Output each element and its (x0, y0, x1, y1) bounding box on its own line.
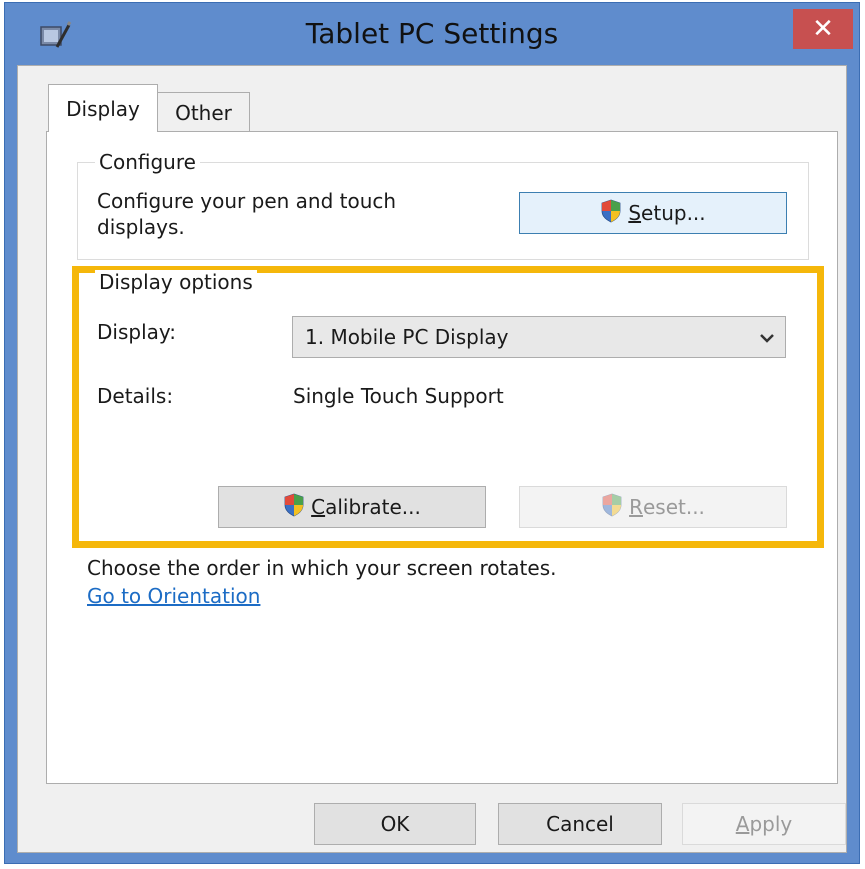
cancel-button[interactable]: Cancel (498, 803, 662, 845)
uac-shield-icon (601, 493, 623, 522)
tab-panel-display: Configure Configure your pen and touch d… (46, 131, 838, 784)
display-select[interactable]: 1. Mobile PC Display (292, 316, 786, 358)
configure-legend: Configure (95, 150, 200, 174)
setup-button[interactable]: Setup... (519, 192, 787, 234)
tab-display[interactable]: Display (48, 84, 158, 132)
calibrate-accel: C (311, 495, 326, 519)
reset-accel: R (629, 495, 643, 519)
dialog-client-area: Display Other Configure Configure your p… (17, 65, 847, 853)
ok-button[interactable]: OK (314, 803, 476, 845)
close-button[interactable]: ✕ (793, 9, 853, 49)
calibrate-label: alibrate... (325, 495, 421, 519)
tab-other[interactable]: Other (158, 92, 250, 132)
uac-shield-icon (283, 493, 305, 522)
title-bar[interactable]: Tablet PC Settings ✕ (5, 3, 859, 63)
display-label: Display: (97, 320, 177, 344)
details-label: Details: (97, 384, 174, 408)
window-title: Tablet PC Settings (305, 17, 559, 50)
uac-shield-icon (600, 199, 622, 228)
apply-accel: A (735, 812, 750, 836)
reset-label: eset... (642, 495, 705, 519)
apply-button: Apply (682, 803, 846, 845)
calibrate-button[interactable]: Calibrate... (218, 486, 486, 528)
orientation-description: Choose the order in which your screen ro… (87, 556, 557, 580)
setup-accel: S (628, 201, 642, 225)
apply-label: pply (749, 812, 793, 836)
dialog-window: Tablet PC Settings ✕ Display Other Confi… (4, 2, 860, 864)
setup-label: etup... (641, 201, 706, 225)
go-to-orientation-link[interactable]: Go to Orientation (87, 584, 260, 608)
display-options-legend: Display options (95, 270, 257, 294)
display-select-value: 1. Mobile PC Display (305, 325, 509, 349)
chevron-down-icon (749, 328, 785, 347)
details-value: Single Touch Support (293, 384, 504, 408)
configure-description: Configure your pen and touch displays. (97, 189, 397, 239)
close-icon: ✕ (812, 14, 834, 44)
reset-button: Reset... (519, 486, 787, 528)
